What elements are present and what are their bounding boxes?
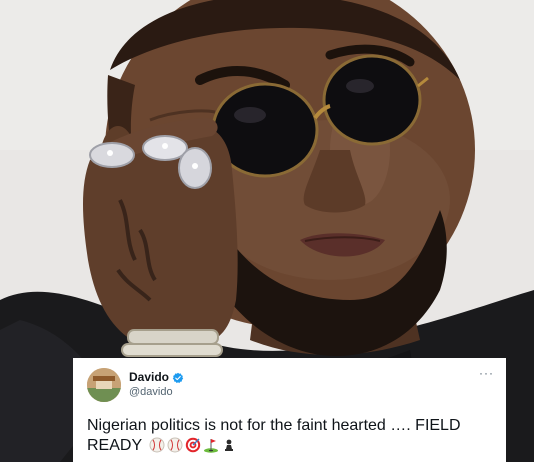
wrist-bracelets [121,329,223,357]
avatar[interactable] [87,368,121,402]
emoji-row [149,437,239,453]
tweet-card[interactable]: Davido @davido ··· Nigerian politics is … [73,358,506,462]
handle[interactable]: @davido [129,385,184,400]
tweet-header: Davido @davido [87,368,494,402]
bullseye-emoji-icon [186,437,201,453]
verified-badge-icon [172,372,184,383]
tweet-body: Nigerian politics is not for the faint h… [87,417,461,454]
flag-in-hole-emoji-icon [204,439,219,453]
name-row: Davido [129,370,184,385]
display-name[interactable]: Davido [129,370,169,385]
user-block: Davido @davido [129,370,184,400]
avatar-image [87,368,121,402]
baseball-emoji-icon [149,437,165,453]
baseball-emoji-icon [167,437,183,453]
chess-pawn-emoji-icon [225,439,234,451]
more-options-icon[interactable]: ··· [479,367,494,379]
tweet-text: Nigerian politics is not for the faint h… [87,416,494,456]
